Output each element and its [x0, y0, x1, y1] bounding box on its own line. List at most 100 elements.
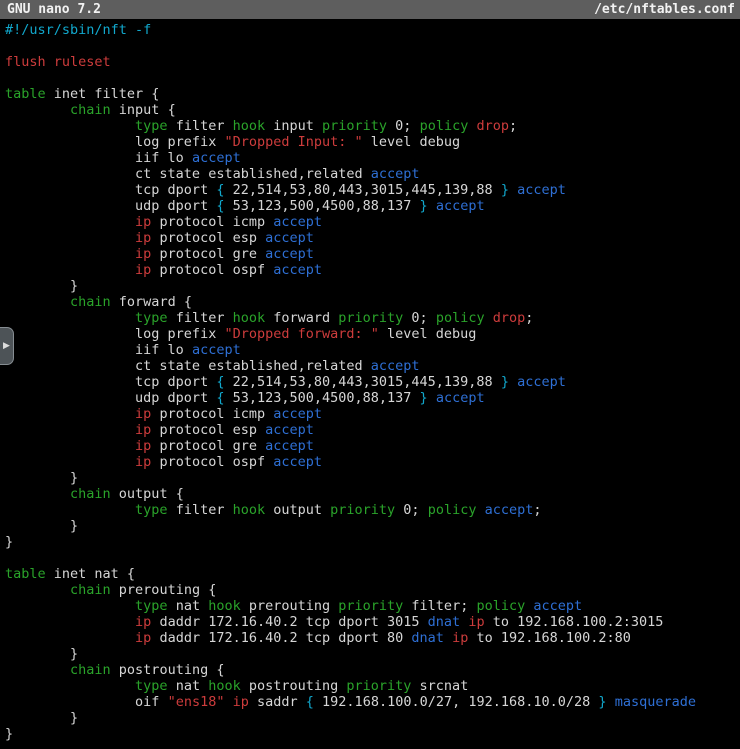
- code-token: output: [265, 502, 330, 518]
- code-line: chain output {: [5, 486, 740, 502]
- code-token: 0;: [387, 118, 420, 134]
- code-token: prerouting: [241, 598, 339, 614]
- code-token: ip: [135, 614, 151, 630]
- code-token: daddr 172.16.40.2 tcp dport 80: [151, 630, 411, 646]
- code-token: [5, 582, 70, 598]
- code-token: }: [501, 182, 509, 198]
- code-token: [5, 246, 135, 262]
- code-token: priority: [330, 502, 395, 518]
- code-token: [5, 502, 135, 518]
- code-token: [485, 310, 493, 326]
- code-token: input {: [111, 102, 176, 118]
- code-token: ip: [135, 406, 151, 422]
- code-token: log prefix: [5, 134, 224, 150]
- code-token: saddr: [249, 694, 306, 710]
- code-token: accept: [436, 390, 485, 406]
- code-token: policy: [428, 502, 477, 518]
- code-token: [5, 230, 135, 246]
- code-token: [476, 502, 484, 518]
- code-token: hook: [233, 310, 266, 326]
- code-token: ip: [135, 262, 151, 278]
- code-token: tcp dport: [5, 374, 216, 390]
- code-token: filter: [168, 502, 233, 518]
- code-token: drop: [493, 310, 526, 326]
- code-token: ct state established,related: [5, 166, 371, 182]
- code-token: iif lo: [5, 150, 192, 166]
- code-token: type: [135, 678, 168, 694]
- code-token: [5, 294, 70, 310]
- code-line: udp dport { 53,123,500,4500,88,137 } acc…: [5, 198, 740, 214]
- code-line: }: [5, 726, 740, 742]
- code-line: ip protocol esp accept: [5, 230, 740, 246]
- code-line: udp dport { 53,123,500,4500,88,137 } acc…: [5, 390, 740, 406]
- code-token: ip: [135, 422, 151, 438]
- code-token: protocol ospf: [151, 454, 273, 470]
- code-token: priority: [338, 598, 403, 614]
- code-token: daddr 172.16.40.2 tcp dport 3015: [151, 614, 427, 630]
- code-token: filter: [168, 118, 233, 134]
- code-token: 22,514,53,80,443,3015,445,139,88: [224, 182, 500, 198]
- code-token: output {: [111, 486, 184, 502]
- code-token: accept: [273, 454, 322, 470]
- code-token: }: [420, 198, 428, 214]
- code-line: ip protocol gre accept: [5, 438, 740, 454]
- code-token: [5, 438, 135, 454]
- code-token: udp dport: [5, 390, 216, 406]
- code-token: [5, 486, 70, 502]
- code-token: nat: [168, 598, 209, 614]
- code-token: [5, 598, 135, 614]
- code-token: flush ruleset: [5, 54, 111, 70]
- code-token: }: [598, 694, 606, 710]
- code-line: }: [5, 534, 740, 550]
- code-token: [224, 694, 232, 710]
- code-token: hook: [208, 678, 241, 694]
- code-token: chain: [70, 102, 111, 118]
- code-line: }: [5, 470, 740, 486]
- code-token: policy: [420, 118, 469, 134]
- code-token: forward: [265, 310, 338, 326]
- code-line: }: [5, 646, 740, 662]
- code-line: ip protocol icmp accept: [5, 406, 740, 422]
- code-token: accept: [192, 150, 241, 166]
- code-token: hook: [208, 598, 241, 614]
- code-token: 192.168.100.0/27, 192.168.10.0/28: [314, 694, 598, 710]
- sidebar-toggle-handle[interactable]: ▶: [0, 327, 14, 365]
- code-token: postrouting: [241, 678, 347, 694]
- code-token: 0;: [403, 310, 436, 326]
- editor-body[interactable]: #!/usr/sbin/nft -f flush ruleset table i…: [0, 19, 740, 742]
- code-token: [509, 182, 517, 198]
- code-token: level debug: [379, 326, 477, 342]
- code-token: ip: [135, 230, 151, 246]
- code-token: chain: [70, 294, 111, 310]
- code-token: protocol esp: [151, 422, 265, 438]
- code-token: priority: [322, 118, 387, 134]
- code-token: [444, 630, 452, 646]
- code-token: accept: [485, 502, 534, 518]
- code-token: [5, 214, 135, 230]
- code-token: ip: [135, 438, 151, 454]
- code-line: chain input {: [5, 102, 740, 118]
- code-token: {: [306, 694, 314, 710]
- nano-titlebar: GNU nano 7.2 /etc/nftables.conf: [0, 0, 740, 19]
- code-token: ip: [135, 214, 151, 230]
- code-token: }: [420, 390, 428, 406]
- code-token: dnat: [428, 614, 461, 630]
- code-token: accept: [533, 598, 582, 614]
- code-line: log prefix "Dropped forward: " level deb…: [5, 326, 740, 342]
- code-token: }: [5, 470, 78, 486]
- code-token: [5, 310, 135, 326]
- code-token: prerouting {: [111, 582, 217, 598]
- code-token: accept: [265, 422, 314, 438]
- chevron-right-icon: ▶: [3, 341, 10, 351]
- code-token: udp dport: [5, 198, 216, 214]
- code-line: ip daddr 172.16.40.2 tcp dport 80 dnat i…: [5, 630, 740, 646]
- code-token: 53,123,500,4500,88,137: [224, 390, 419, 406]
- code-line: [5, 550, 740, 566]
- code-token: log prefix: [5, 326, 224, 342]
- code-line: }: [5, 278, 740, 294]
- code-token: 0;: [395, 502, 428, 518]
- code-token: 22,514,53,80,443,3015,445,139,88: [224, 374, 500, 390]
- code-token: type: [135, 502, 168, 518]
- code-line: tcp dport { 22,514,53,80,443,3015,445,13…: [5, 182, 740, 198]
- code-token: type: [135, 598, 168, 614]
